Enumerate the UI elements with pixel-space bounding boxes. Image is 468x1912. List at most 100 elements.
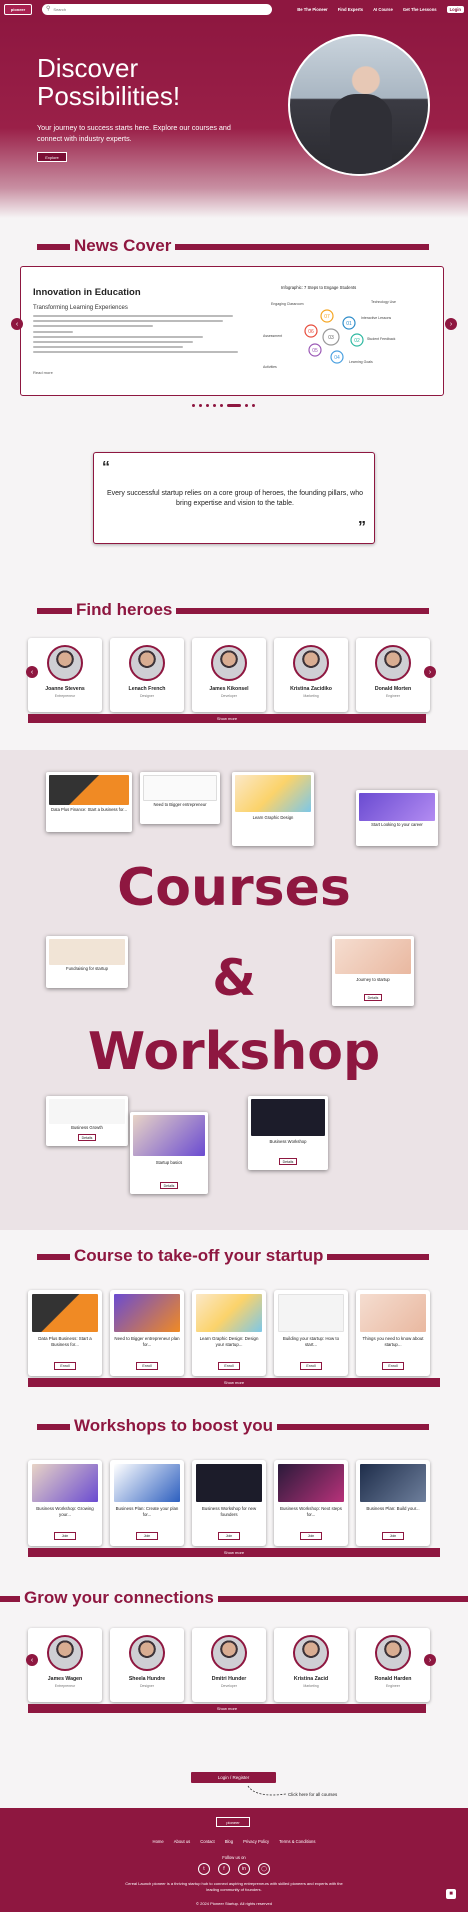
connections-show-more[interactable]: Show more <box>28 1704 426 1713</box>
login-button[interactable]: Login <box>446 5 464 13</box>
news-prev-arrow[interactable]: ‹ <box>11 318 23 330</box>
course-title: Need to Bigger entrepreneur plan for... <box>114 1336 180 1347</box>
section-title: Workshops to boost you <box>70 1416 277 1436</box>
carousel-dot[interactable] <box>252 404 255 407</box>
person-card[interactable]: Kristina Zacid Marketing <box>274 1628 348 1702</box>
workshops-show-more[interactable]: Show more <box>28 1548 440 1557</box>
person-card[interactable]: Ronald Harden Engineer <box>356 1628 430 1702</box>
workshop-card[interactable]: Business Workshop for new founders Join <box>192 1460 266 1546</box>
details-button[interactable]: Details <box>160 1182 178 1189</box>
instagram-icon[interactable]: ◯ <box>258 1863 270 1875</box>
heroes-prev-arrow[interactable]: ‹ <box>26 666 38 678</box>
course-tile[interactable]: Business Growth Details <box>46 1096 128 1146</box>
carousel-dot[interactable] <box>245 404 248 407</box>
details-button[interactable]: Details <box>78 1134 96 1141</box>
carousel-dot[interactable] <box>192 404 195 407</box>
course-image <box>32 1294 98 1332</box>
course-card[interactable]: Learn Graphic Design: Design your startu… <box>192 1290 266 1376</box>
person-card[interactable]: Kristina Zacidiko Marketing <box>274 638 348 712</box>
workshop-card[interactable]: Business Workshop: Growing your... Join <box>28 1460 102 1546</box>
person-name: James Kikonsel <box>209 686 249 692</box>
footer-link-terms[interactable]: Terms & Conditions <box>279 1839 315 1844</box>
nav-item-find-experts[interactable]: Find Experts <box>338 7 363 12</box>
workshop-card[interactable]: Business Workshop: Next steps for... Join <box>274 1460 348 1546</box>
enroll-button[interactable]: Enroll <box>54 1362 76 1370</box>
person-card[interactable]: Sheela Hundre Designer <box>110 1628 184 1702</box>
person-card[interactable]: Joanne Stevens Entrepreneur <box>28 638 102 712</box>
enroll-button[interactable]: Enroll <box>382 1362 404 1370</box>
carousel-dot-active[interactable] <box>227 404 241 407</box>
join-button[interactable]: Join <box>136 1532 158 1540</box>
footer-link-privacy[interactable]: Privacy Policy <box>243 1839 269 1844</box>
chevron-left-icon: ‹ <box>30 1656 34 1664</box>
footer-link-home[interactable]: Home <box>153 1839 164 1844</box>
course-card[interactable]: Building your startup: How to start... En… <box>274 1290 348 1376</box>
all-courses-note[interactable]: Click here for all courses <box>288 1792 337 1797</box>
person-card[interactable]: James Kikonsel Developer <box>192 638 266 712</box>
person-card[interactable]: Lenach French Designer <box>110 638 184 712</box>
enroll-button[interactable]: Enroll <box>218 1362 240 1370</box>
chat-icon[interactable]: ■ <box>446 1889 456 1899</box>
open-quote-icon: “ <box>102 459 110 476</box>
course-image <box>360 1294 426 1332</box>
logo[interactable]: pioneer <box>4 3 32 15</box>
carousel-dot[interactable] <box>220 404 223 407</box>
twitter-icon[interactable]: t <box>198 1863 210 1875</box>
person-card[interactable]: James Wagen Entrepreneur <box>28 1628 102 1702</box>
join-button[interactable]: Join <box>382 1532 404 1540</box>
person-card[interactable]: Donald Morten Engineer <box>356 638 430 712</box>
courses-show-more[interactable]: Show more <box>28 1378 440 1387</box>
footer-link-contact[interactable]: Contact <box>200 1839 214 1844</box>
read-more-link[interactable]: Read more <box>33 370 53 375</box>
linkedin-icon[interactable]: in <box>238 1863 250 1875</box>
join-button[interactable]: Join <box>54 1532 76 1540</box>
search-input[interactable] <box>53 6 254 12</box>
footer-logo[interactable]: pioneer <box>216 1817 250 1827</box>
join-button[interactable]: Join <box>218 1532 240 1540</box>
hero-title: Discover Possibilities! <box>37 53 181 111</box>
course-tile[interactable]: Learn Graphic Design <box>232 772 314 846</box>
facebook-icon[interactable]: f <box>218 1863 230 1875</box>
connections-next-arrow[interactable]: › <box>424 1654 436 1666</box>
footer-link-about[interactable]: About us <box>174 1839 191 1844</box>
footer-link-blog[interactable]: Blog <box>225 1839 233 1844</box>
workshop-image <box>32 1464 98 1502</box>
course-card[interactable]: Need to Bigger entrepreneur plan for... E… <box>110 1290 184 1376</box>
enroll-button[interactable]: Enroll <box>300 1362 322 1370</box>
chevron-left-icon: ‹ <box>30 668 34 676</box>
diagram-label: Assessment <box>263 334 282 338</box>
connections-prev-arrow[interactable]: ‹ <box>26 1654 38 1666</box>
tile-title: Startup basics <box>155 1159 183 1165</box>
footer-description: Cereal Launch pioneer is a thriving star… <box>125 1881 343 1892</box>
nav-item-be-the-pioneer[interactable]: Be The Pioneer <box>297 7 327 12</box>
course-card[interactable]: Things you need to know about startup...… <box>356 1290 430 1376</box>
carousel-dot[interactable] <box>213 404 216 407</box>
course-tile[interactable]: Data Plus Finance: Start a business for.… <box>46 772 132 832</box>
person-card[interactable]: Dmitri Hunder Developer <box>192 1628 266 1702</box>
footer: pioneer Home About us Contact Blog Priva… <box>0 1808 468 1912</box>
nav-item-get-lessons[interactable]: Get The Lessons <box>403 7 437 12</box>
carousel-dot[interactable] <box>199 404 202 407</box>
heroes-show-more[interactable]: Show more <box>28 714 426 723</box>
search-box[interactable]: ⚲ <box>42 3 272 15</box>
course-card[interactable]: Data Plus Business: Start a Business for… <box>28 1290 102 1376</box>
course-tile[interactable]: Need to Bigger entrepreneur <box>140 772 220 824</box>
course-tile[interactable]: Start Looking to your career <box>356 790 438 846</box>
course-tile[interactable]: Business Workshop Details <box>248 1096 328 1170</box>
course-title: Data Plus Business: Start a Business for… <box>38 1336 92 1347</box>
course-tile[interactable]: Startup basics Details <box>130 1112 208 1194</box>
tile-image <box>359 793 435 821</box>
carousel-dot[interactable] <box>206 404 209 407</box>
explore-button[interactable]: Explore <box>37 152 67 162</box>
heroes-next-arrow[interactable]: › <box>424 666 436 678</box>
details-button[interactable]: Details <box>279 1158 297 1165</box>
workshop-card[interactable]: Business Plan: Create your plan for... Jo… <box>110 1460 184 1546</box>
nav-item-ai-course[interactable]: AI Course <box>373 7 393 12</box>
courses-section-header: Course to take-off your startup <box>0 1246 468 1266</box>
news-infographic: Infographic: 7 Steps to Engage Students … <box>261 285 437 385</box>
news-next-arrow[interactable]: › <box>445 318 457 330</box>
login-register-button[interactable]: Login / Register <box>191 1772 276 1783</box>
join-button[interactable]: Join <box>300 1532 322 1540</box>
workshop-card[interactable]: Business Plan: Build your... Join <box>356 1460 430 1546</box>
enroll-button[interactable]: Enroll <box>136 1362 158 1370</box>
